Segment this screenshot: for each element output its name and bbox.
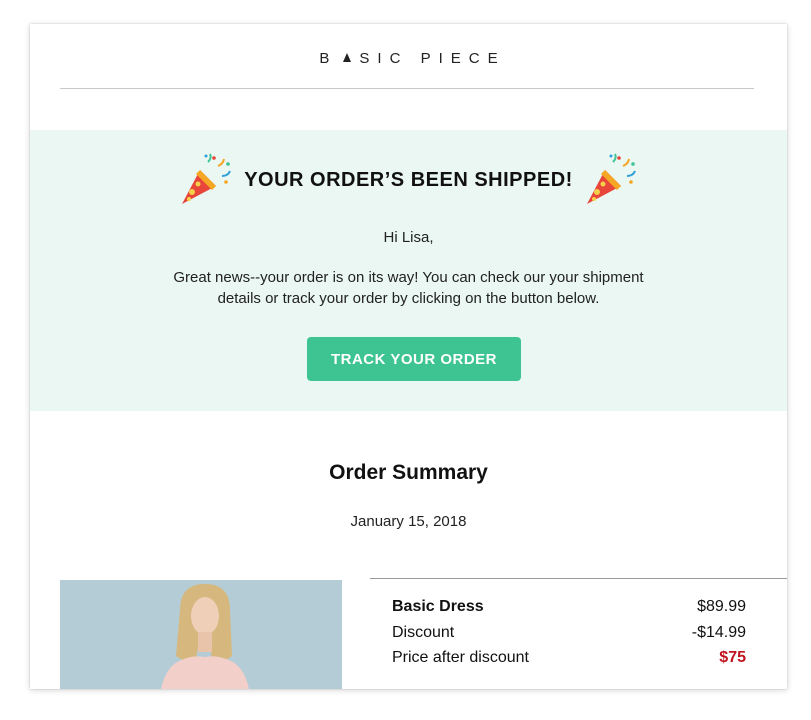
brand-name-rest: SIC PIECE	[359, 50, 506, 67]
brand-logo: B SIC PIECE	[30, 50, 787, 67]
triangle-icon	[343, 53, 352, 62]
line-item-product: Basic Dress $89.99	[392, 598, 746, 616]
line-item-discount: Discount -$14.99	[392, 624, 746, 642]
party-popper-icon	[182, 153, 232, 204]
order-date: January 15, 2018	[350, 513, 467, 530]
header-divider	[60, 88, 754, 89]
line-item-final-price: Price after discount $75	[392, 649, 746, 667]
item-price: $89.99	[697, 598, 746, 615]
item-label: Discount	[392, 624, 455, 641]
summary-divider	[370, 578, 787, 579]
banner-title-row: YOUR ORDER’S BEEN SHIPPED!	[30, 152, 787, 208]
shipped-banner: YOUR ORDER’S BEEN SHIPPED! Hi Lisa, Grea…	[30, 130, 787, 411]
order-summary-title: Order Summary	[329, 461, 488, 484]
item-label: Basic Dress	[392, 598, 484, 615]
shipment-message: Great news--your order is on its way! Yo…	[130, 267, 687, 309]
message-line: details or track your order by clicking …	[217, 290, 600, 307]
email-card: B SIC PIECE YOUR ORDER’S BEEN SHIPPED! H…	[30, 24, 787, 689]
model-figure	[60, 580, 342, 689]
banner-title: YOUR ORDER’S BEEN SHIPPED!	[244, 168, 573, 191]
item-label: Price after discount	[392, 649, 529, 666]
item-final-price: $75	[719, 649, 746, 666]
message-line: Great news--your order is on its way! Yo…	[173, 269, 644, 286]
party-popper-icon	[586, 153, 636, 204]
greeting-text: Hi Lisa,	[383, 229, 434, 246]
track-order-button[interactable]: TRACK YOUR ORDER	[307, 337, 521, 381]
item-discount: -$14.99	[691, 624, 746, 641]
product-photo	[60, 580, 342, 689]
brand-letter-b: B	[319, 50, 338, 67]
